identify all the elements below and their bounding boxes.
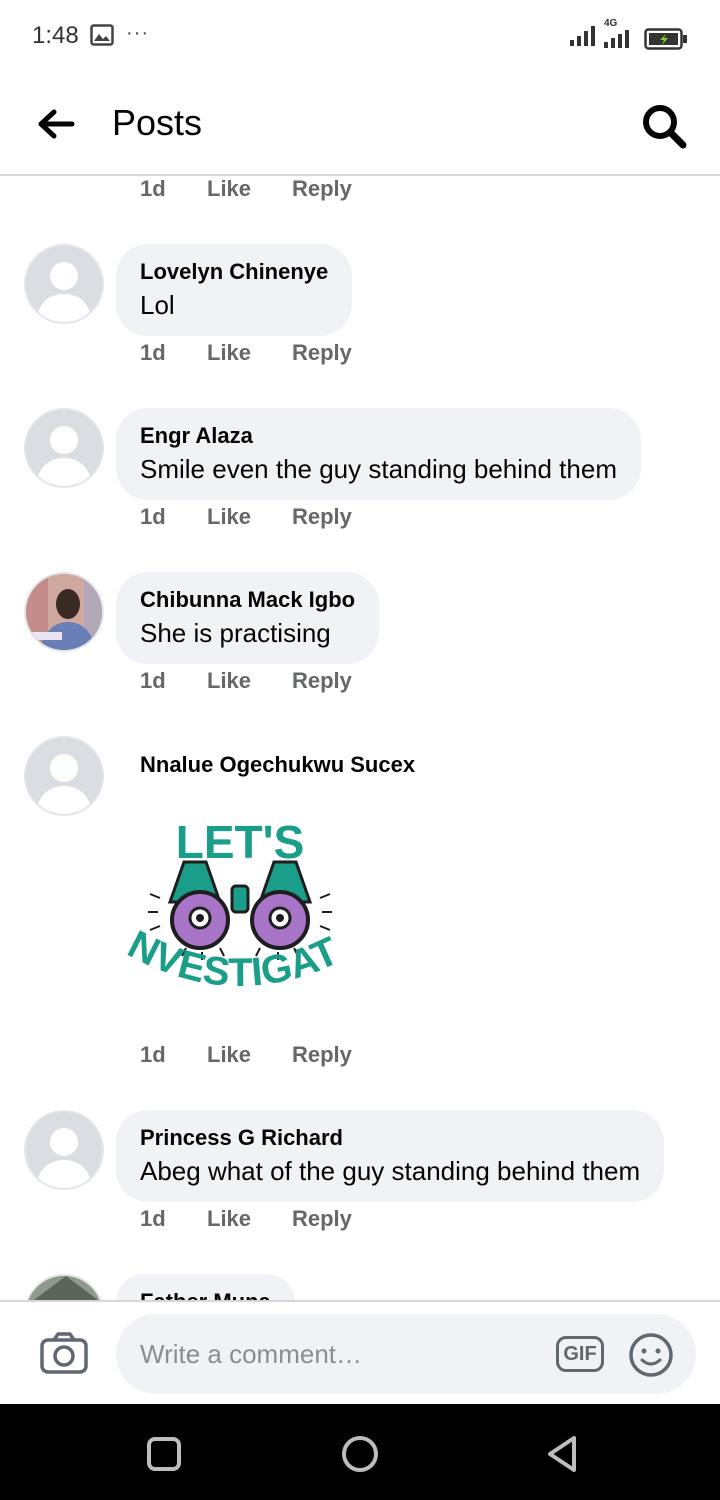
comment-time: 1d: [140, 1042, 166, 1067]
reply-button[interactable]: Reply: [292, 176, 352, 202]
sticker-lets-investigate[interactable]: LET'S INVESTIGATE: [107, 771, 360, 1016]
comment-author[interactable]: Engr Alaza: [140, 422, 617, 450]
reply-button[interactable]: Reply: [292, 504, 352, 530]
comment-text: She is practising: [140, 618, 331, 648]
overflow-dots: ···: [126, 22, 149, 44]
reply-button[interactable]: Reply: [292, 340, 352, 366]
camera-icon[interactable]: [40, 1332, 88, 1379]
like-button[interactable]: Like: [207, 340, 251, 366]
reply-button[interactable]: Reply: [292, 1042, 352, 1068]
network-type: 4G: [604, 18, 618, 29]
comment-author[interactable]: Chibunna Mack Igbo: [140, 586, 355, 614]
comment-author[interactable]: Father Muna: [140, 1288, 271, 1300]
avatar[interactable]: [24, 244, 104, 324]
battery-charging-icon: [644, 28, 688, 55]
avatar[interactable]: [24, 1110, 104, 1190]
sticker-line1: LET'S: [176, 816, 305, 868]
like-button[interactable]: Like: [207, 1206, 251, 1232]
comment-bubble[interactable]: Engr Alaza Smile even the guy standing b…: [116, 408, 641, 500]
comment-text: Smile even the guy standing behind them: [140, 454, 617, 484]
gif-button[interactable]: GIF: [556, 1336, 604, 1372]
page-title: Posts: [112, 102, 203, 143]
comment-time: 1d: [140, 668, 166, 693]
comment-bubble[interactable]: Lovelyn Chinenye Lol: [116, 244, 353, 336]
comment-time: 1d: [140, 1206, 166, 1231]
avatar-photo[interactable]: [24, 572, 104, 652]
like-button[interactable]: Like: [207, 1042, 251, 1068]
comment-input[interactable]: [116, 1314, 696, 1394]
app-header: Posts: [0, 72, 720, 176]
comment-text: Abeg what of the guy standing behind the…: [140, 1156, 641, 1186]
comment-time: 1d: [140, 504, 166, 529]
comment-bubble[interactable]: Princess G Richard Abeg what of the guy …: [116, 1110, 665, 1202]
system-nav-bar: [0, 1404, 720, 1500]
comment-bubble[interactable]: Father Muna: [116, 1274, 295, 1300]
comment-author[interactable]: Lovelyn Chinenye: [140, 258, 328, 286]
reply-button[interactable]: Reply: [292, 668, 352, 694]
like-button[interactable]: Like: [207, 176, 251, 202]
status-bar: 1:48 ··· 4G: [0, 0, 720, 72]
reply-button[interactable]: Reply: [292, 1206, 352, 1232]
emoji-icon[interactable]: [628, 1332, 674, 1383]
comment-text: Lol: [140, 290, 175, 320]
signal-icon-2: [604, 30, 632, 53]
like-button[interactable]: Like: [207, 668, 251, 694]
comment-bubble[interactable]: Chibunna Mack Igbo She is practising: [116, 572, 380, 664]
comment-time: 1d: [140, 340, 166, 365]
avatar[interactable]: [24, 736, 104, 816]
comments-feed[interactable]: 1d Like Reply Lovelyn Chinenye Lol 1d Li…: [0, 176, 720, 1300]
back-triangle-icon[interactable]: [544, 1434, 580, 1479]
recent-apps-icon[interactable]: [146, 1436, 182, 1477]
arrow-left-icon[interactable]: [36, 104, 76, 144]
home-icon[interactable]: [340, 1434, 380, 1479]
status-time: 1:48: [32, 22, 79, 49]
comment-composer: GIF: [0, 1300, 720, 1404]
search-icon[interactable]: [640, 102, 688, 150]
comment-time: 1d: [140, 176, 166, 201]
like-button[interactable]: Like: [207, 504, 251, 530]
comment-author[interactable]: Princess G Richard: [140, 1124, 640, 1152]
gallery-icon: [90, 24, 114, 51]
avatar-photo[interactable]: [24, 1274, 104, 1300]
avatar[interactable]: [24, 408, 104, 488]
comment-author[interactable]: Nnalue Ogechukwu Sucex: [140, 752, 415, 778]
signal-icon: [570, 26, 596, 51]
